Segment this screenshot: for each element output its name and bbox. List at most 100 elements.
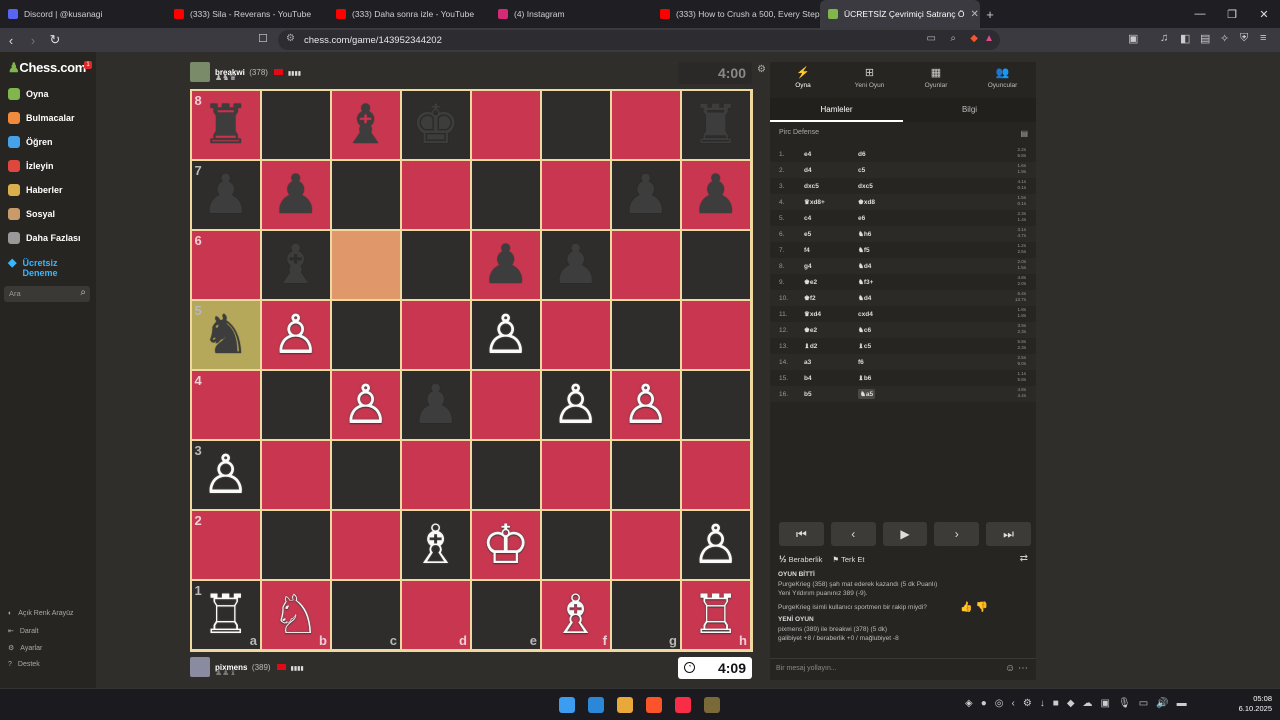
square-c3[interactable] <box>331 440 400 509</box>
square-d3[interactable] <box>401 440 470 509</box>
black-move[interactable]: f6 <box>858 359 938 366</box>
chesscom-logo[interactable]: ♟Chess.com <box>8 60 86 76</box>
square-h3[interactable] <box>681 440 750 509</box>
sidebar-item-daha-fazlası[interactable]: Daha Fazlası <box>8 232 81 244</box>
search-icon[interactable]: ⌕ <box>80 287 86 298</box>
site-info-icon[interactable]: ⚙ <box>286 33 295 44</box>
black-move[interactable]: ♞h6 <box>858 230 938 238</box>
square-h8[interactable]: ♜ <box>681 90 750 159</box>
sidebar-bottom-item[interactable]: ? Destek <box>8 661 40 668</box>
white-move[interactable]: e5 <box>804 231 858 238</box>
chat-message-input[interactable]: Bir mesaj yollayın... ☺ ⋯ <box>770 658 1036 678</box>
square-c6[interactable] <box>331 230 400 299</box>
board-settings-icon[interactable]: ⚙ <box>757 64 766 75</box>
square-d8[interactable]: ♚ <box>401 90 470 159</box>
tray-icon[interactable]: ◆ <box>1067 698 1075 709</box>
square-b3[interactable] <box>261 440 330 509</box>
white-move[interactable]: dxc5 <box>804 183 858 190</box>
square-b1[interactable]: b ♘ <box>261 580 330 649</box>
square-e7[interactable] <box>471 160 540 229</box>
thumbs-up-icon[interactable]: 👍 <box>960 602 972 613</box>
white-move[interactable]: b4 <box>804 375 858 382</box>
black-move[interactable]: ♝b6 <box>858 374 938 382</box>
square-b7[interactable]: ♟ <box>261 160 330 229</box>
square-g1[interactable]: g <box>611 580 680 649</box>
square-g6[interactable] <box>611 230 680 299</box>
white-piece-c4[interactable]: ♙ <box>342 377 390 432</box>
sidebar-item-oyna[interactable]: Oyna <box>8 88 49 100</box>
black-move[interactable]: d6 <box>858 151 938 158</box>
black-piece-e6[interactable]: ♟ <box>482 237 530 292</box>
sidebar-icon[interactable]: ◧ <box>1180 32 1190 45</box>
tray-icon[interactable]: ⚙ <box>1023 698 1032 709</box>
sidebar-bottom-item[interactable]: ⚙ Ayarlar <box>8 644 42 653</box>
white-piece-f4[interactable]: ♙ <box>552 377 600 432</box>
square-f2[interactable] <box>541 510 610 579</box>
white-move[interactable]: a3 <box>804 359 858 366</box>
square-e2[interactable]: ♔ <box>471 510 540 579</box>
back-button[interactable]: ‹ <box>0 33 22 48</box>
square-d1[interactable]: d <box>401 580 470 649</box>
square-a1[interactable]: 1 a ♖ <box>191 580 260 649</box>
black-move[interactable]: ♝c5 <box>858 342 938 350</box>
square-f1[interactable]: f ♗ <box>541 580 610 649</box>
black-piece-b7[interactable]: ♟ <box>272 167 320 222</box>
black-piece-d8[interactable]: ♚ <box>412 97 460 152</box>
bookmark-icon[interactable]: ☐ <box>258 32 268 45</box>
square-b2[interactable] <box>261 510 330 579</box>
black-piece-f6[interactable]: ♟ <box>552 237 600 292</box>
tab-info[interactable]: Bilgi <box>903 98 1036 122</box>
black-piece-b6[interactable]: ♝ <box>272 237 320 292</box>
white-piece-a3[interactable]: ♙ <box>202 447 250 502</box>
music-icon[interactable]: ♫ <box>1160 32 1168 44</box>
tab-moves[interactable]: Hamleler <box>770 98 903 122</box>
white-move[interactable]: ♛xd8+ <box>804 198 858 206</box>
square-e5[interactable]: ♙ <box>471 300 540 369</box>
black-move[interactable]: ♞d4 <box>858 294 938 302</box>
black-piece-a7[interactable]: ♟ <box>202 167 250 222</box>
square-g5[interactable] <box>611 300 680 369</box>
square-d7[interactable] <box>401 160 470 229</box>
square-a3[interactable]: 3 ♙ <box>191 440 260 509</box>
next-move-button[interactable]: › <box>934 522 980 546</box>
square-f7[interactable] <box>541 160 610 229</box>
square-g3[interactable] <box>611 440 680 509</box>
square-f4[interactable]: ♙ <box>541 370 610 439</box>
square-a7[interactable]: 7 ♟ <box>191 160 260 229</box>
widgets-icon[interactable] <box>588 697 604 713</box>
chess-board[interactable]: 8 ♜ ♝ ♚ ♜ 7 ♟ ♟ ♟ ♟ 6 ♝ ♟ ♟ 5 ♞ ♙ ♙ 4 ♙ ♟ ♙ ♙ 3 ♙ 2 ♗ ♔ ♙ 1 a ♖ b ♘ c d e f ♗ g… <box>190 89 753 652</box>
network-icon[interactable]: ▭ <box>1139 698 1148 709</box>
zoom-icon[interactable]: ⌕ <box>950 33 956 44</box>
leo-icon[interactable]: ✧ <box>1220 32 1229 45</box>
sidebar-item-haberler[interactable]: Haberler <box>8 184 63 196</box>
square-e8[interactable] <box>471 90 540 159</box>
draw-button[interactable]: ½ Beraberlik <box>779 554 822 564</box>
square-e4[interactable] <box>471 370 540 439</box>
sidebar-bottom-item[interactable]: ⇤ Daralt <box>8 627 39 636</box>
tray-icon[interactable]: ◎ <box>995 698 1004 709</box>
square-c8[interactable]: ♝ <box>331 90 400 159</box>
sidebar-item-sosyal[interactable]: Sosyal <box>8 208 55 220</box>
square-a6[interactable]: 6 <box>191 230 260 299</box>
tray-icon[interactable]: ◈ <box>965 698 973 709</box>
white-move[interactable]: d4 <box>804 167 858 174</box>
square-f8[interactable] <box>541 90 610 159</box>
square-d5[interactable] <box>401 300 470 369</box>
sidebar-item-i̇zleyin[interactable]: İzleyin <box>8 160 54 172</box>
vpn-icon[interactable]: ⛨ <box>1240 32 1248 45</box>
square-h1[interactable]: h ♖ <box>681 580 750 649</box>
square-b4[interactable] <box>261 370 330 439</box>
battery-icon[interactable]: ▬ <box>1177 698 1187 709</box>
bottom-player-avatar[interactable] <box>190 657 210 677</box>
square-b5[interactable]: ♙ <box>261 300 330 369</box>
browser-tab[interactable]: (333) Sila - Reverans - YouTube <box>166 0 328 28</box>
black-move[interactable]: ♞a5 <box>858 389 876 399</box>
square-h4[interactable] <box>681 370 750 439</box>
black-move[interactable]: ♚xd8 <box>858 198 938 206</box>
opening-name[interactable]: Pirc Defense <box>779 129 819 136</box>
white-move[interactable]: b5 <box>804 391 858 398</box>
white-piece-g4[interactable]: ♙ <box>622 377 670 432</box>
square-f5[interactable] <box>541 300 610 369</box>
white-move[interactable]: f4 <box>804 247 858 254</box>
square-h2[interactable]: ♙ <box>681 510 750 579</box>
